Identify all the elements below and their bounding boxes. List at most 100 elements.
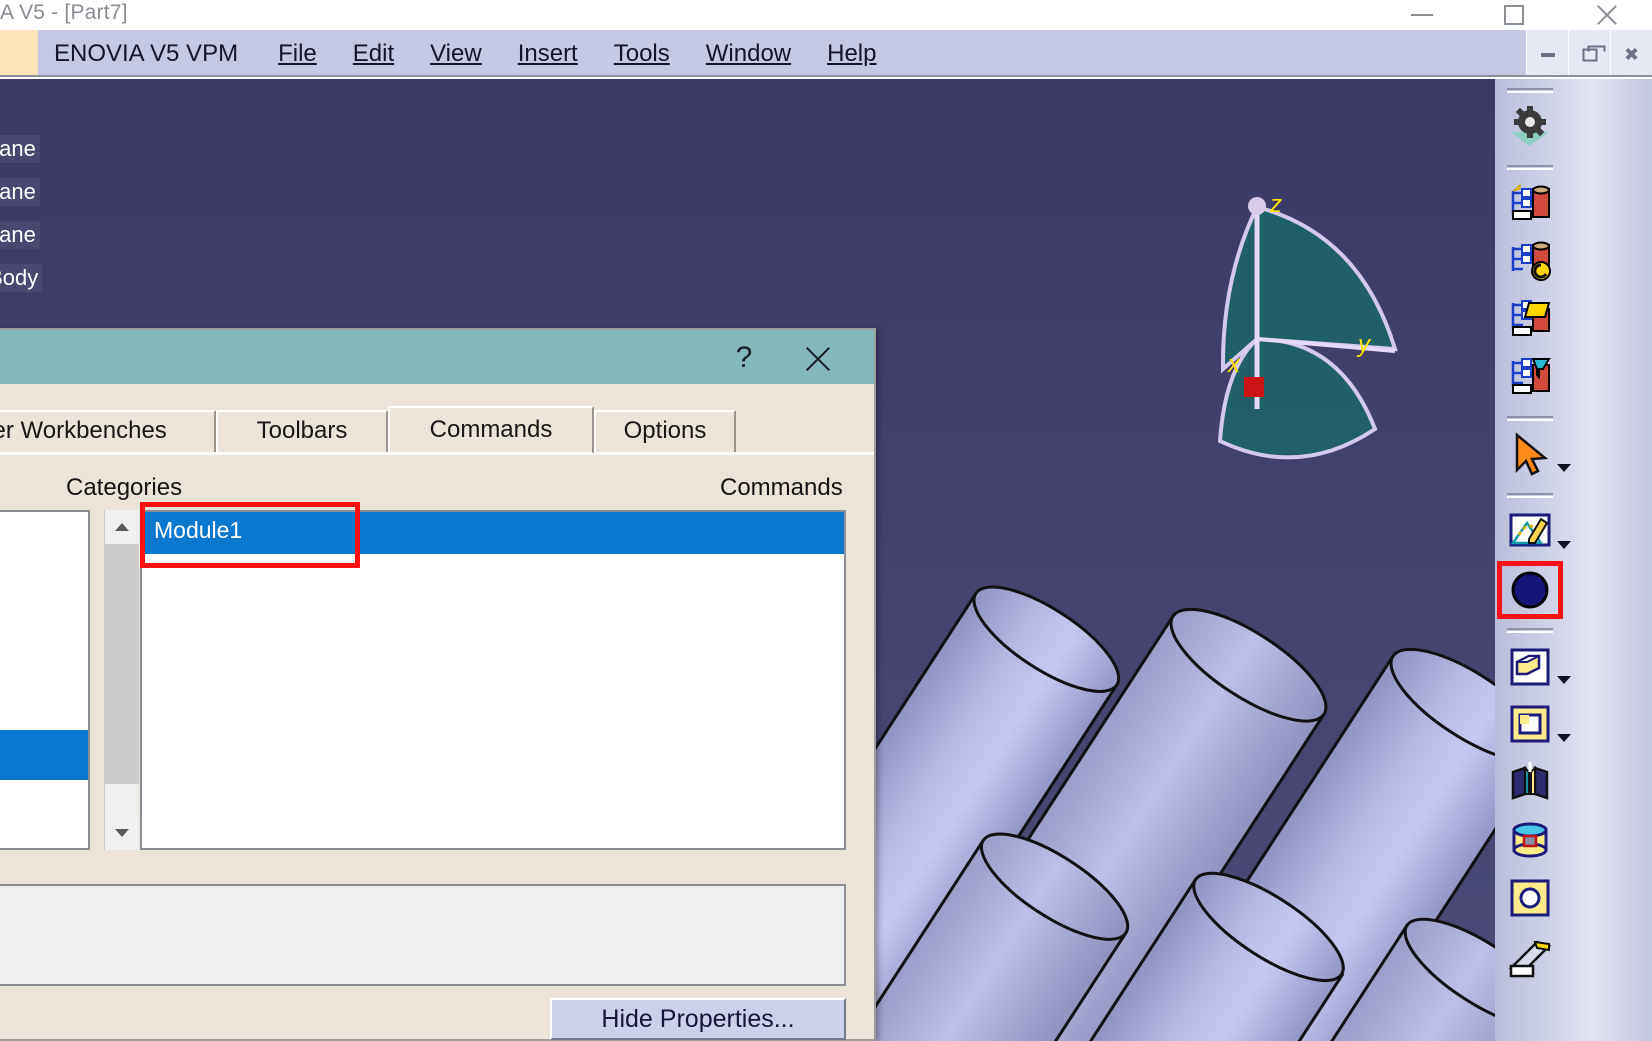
refresh-database-icon	[1511, 241, 1551, 281]
toolbar-button-pad[interactable]	[1495, 638, 1652, 696]
toolbar-button-split[interactable]	[1495, 754, 1652, 812]
mdi-close-icon: ✖	[1623, 44, 1640, 66]
dialog-title-bar: ?	[0, 330, 874, 384]
list-item[interactable]	[0, 620, 88, 656]
dialog-help-button[interactable]: ?	[722, 337, 766, 381]
scrollbar-thumb[interactable]	[105, 544, 139, 784]
menu-item-edit[interactable]: Edit	[335, 30, 412, 77]
menu-item-window[interactable]: Window	[688, 30, 809, 77]
chevron-down-icon	[115, 829, 129, 837]
commands-listbox[interactable]: Module1	[140, 510, 846, 850]
menu-insert-label: Insert	[517, 40, 578, 67]
tab-toolbars[interactable]: Toolbars	[216, 410, 388, 452]
axis-system: z x y	[1180, 179, 1420, 460]
toolbar-button-new-database[interactable]	[1495, 175, 1652, 233]
sketch-pencil-icon	[1509, 513, 1551, 547]
tab-commands[interactable]: Commands	[388, 406, 594, 454]
close-button[interactable]	[1560, 0, 1652, 30]
toolbar-button-refresh-database[interactable]	[1495, 233, 1652, 291]
toolbar-button-filter-database[interactable]	[1495, 349, 1652, 407]
menu-left-pad	[0, 30, 38, 77]
list-item[interactable]	[0, 548, 88, 584]
menu-item-help[interactable]: Help	[809, 30, 894, 77]
list-item-selected[interactable]	[0, 730, 88, 780]
label-commands: Commands	[720, 474, 843, 501]
window-title: A V5 - [Part7]	[0, 1, 128, 24]
watermark: CSDN @煮酒论剑	[1432, 1037, 1495, 1041]
menu-edit-label: Edit	[352, 40, 395, 67]
categories-listbox[interactable]: ls	[0, 510, 90, 850]
list-item[interactable]	[0, 656, 88, 692]
measure-tool-icon	[1508, 940, 1552, 978]
menu-item-file[interactable]: File	[260, 30, 335, 77]
dress-up-icon	[1512, 822, 1548, 858]
toolbar-separator-2	[1507, 165, 1553, 170]
dialog-tab-strip: User Workbenches Toolbars Commands Optio…	[0, 406, 874, 454]
toolbar-button-measure[interactable]	[1495, 928, 1652, 986]
mdi-window-buttons: ✖	[1526, 30, 1652, 77]
menu-help-label: Help	[827, 40, 877, 67]
pad-extrude-icon	[1510, 648, 1550, 686]
maximize-button[interactable]	[1468, 0, 1560, 30]
list-item[interactable]: ls	[0, 780, 88, 820]
dialog-body: User Workbenches Toolbars Commands Optio…	[0, 384, 874, 1040]
mdi-restore-button[interactable]	[1568, 30, 1610, 77]
toolbar-separator-5	[1507, 628, 1553, 633]
toolbar-dropdown-arrow-sketch[interactable]	[1557, 541, 1571, 549]
right-toolbar	[1495, 79, 1652, 1041]
toolbar-button-sketch[interactable]	[1495, 503, 1652, 561]
split-feature-icon	[1511, 762, 1549, 800]
list-item[interactable]	[0, 584, 88, 620]
scroll-down-button[interactable]	[105, 816, 139, 850]
minimize-icon	[1411, 14, 1433, 16]
menu-window-label: Window	[705, 40, 792, 67]
axis-label-x: x	[1228, 351, 1240, 378]
mdi-minimize-icon	[1540, 53, 1555, 58]
maximize-icon	[1504, 5, 1524, 25]
menu-item-insert[interactable]: Insert	[500, 30, 596, 77]
dialog-close-button[interactable]	[796, 337, 840, 381]
close-icon	[1594, 3, 1618, 27]
hide-properties-button[interactable]: Hide Properties...	[550, 998, 846, 1040]
hole-feature-icon	[1510, 879, 1550, 917]
tab-user-workbenches[interactable]: User Workbenches	[0, 410, 216, 452]
axis-label-z: z	[1270, 191, 1282, 218]
list-item[interactable]	[0, 512, 88, 548]
minimize-button[interactable]	[1376, 0, 1468, 30]
toolbar-button-circle[interactable]	[1495, 561, 1652, 619]
os-window-buttons	[1376, 0, 1652, 30]
toolbar-dropdown-arrow-shell[interactable]	[1557, 734, 1571, 742]
categories-scrollbar[interactable]	[104, 510, 139, 850]
toolbar-button-settings[interactable]	[1495, 98, 1652, 156]
toolbar-dropdown-arrow-select[interactable]	[1557, 464, 1571, 472]
chevron-up-icon	[115, 523, 129, 531]
shell-feature-icon	[1510, 705, 1550, 743]
toolbar-button-dressup[interactable]	[1495, 812, 1652, 870]
mdi-close-button[interactable]: ✖	[1610, 30, 1652, 77]
menu-item-tools[interactable]: Tools	[596, 30, 688, 77]
menu-tools-label: Tools	[613, 40, 670, 67]
scroll-up-button[interactable]	[105, 510, 139, 544]
toolbar-circle-highlight-annotation	[1497, 561, 1563, 619]
application-window: A V5 - [Part7] ENOVIA V5 VPM File Edit V…	[0, 0, 1652, 1041]
toolbar-button-open-database[interactable]	[1495, 291, 1652, 349]
menu-bar: ENOVIA V5 VPM File Edit View Insert Tool…	[0, 30, 1652, 77]
menu-view-label: View	[430, 40, 482, 67]
label-categories: Categories	[66, 474, 183, 501]
tab-options[interactable]: Options	[594, 410, 736, 452]
axis-origin-marker	[1244, 377, 1264, 397]
menu-item-view[interactable]: View	[412, 30, 500, 77]
list-item[interactable]	[0, 692, 88, 730]
toolbar-dropdown-arrow-pad[interactable]	[1557, 676, 1571, 684]
mdi-restore-icon	[1582, 45, 1605, 62]
toolbar-button-hole[interactable]	[1495, 870, 1652, 928]
menu-item-enovia[interactable]: ENOVIA V5 VPM	[38, 30, 260, 77]
menu-file-label: File	[278, 40, 317, 67]
toolbar-button-shell[interactable]	[1495, 696, 1652, 754]
toolbar-button-select[interactable]	[1495, 426, 1652, 484]
list-item-module1[interactable]: Module1	[142, 512, 844, 554]
toolbar-separator-3	[1507, 416, 1553, 421]
axis-system-graphic	[1217, 197, 1398, 460]
new-database-icon	[1511, 183, 1550, 220]
mdi-minimize-button[interactable]	[1526, 30, 1568, 77]
